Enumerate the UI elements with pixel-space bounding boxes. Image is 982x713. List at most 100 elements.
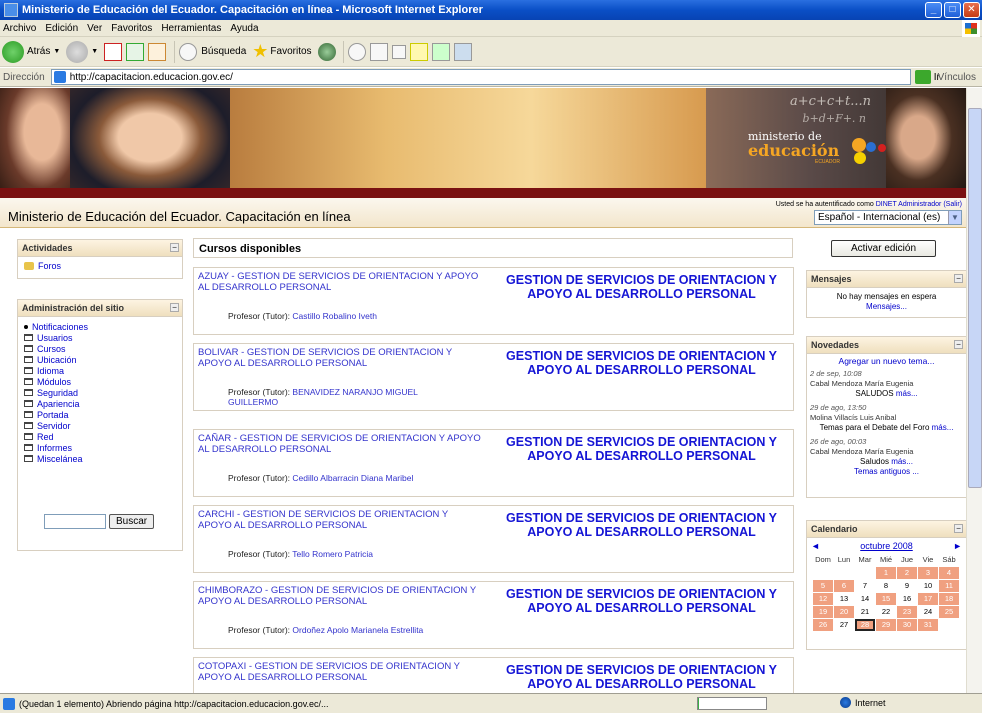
menu-archivo[interactable]: Archivo <box>3 23 36 34</box>
admin-item-portada[interactable]: Portada <box>18 409 182 420</box>
scrollbar-thumb[interactable] <box>968 108 982 488</box>
prev-month-icon[interactable]: ◄ <box>811 541 820 551</box>
minimize-button[interactable]: _ <box>925 2 942 18</box>
vertical-scrollbar[interactable] <box>966 88 982 693</box>
calendar-day[interactable]: 2 <box>897 567 917 579</box>
collapse-icon[interactable]: − <box>954 524 963 533</box>
course-title-link[interactable]: BOLIVAR - GESTION DE SERVICIOS DE ORIENT… <box>198 347 483 369</box>
calendar-day[interactable]: 23 <box>897 606 917 618</box>
calendar-day[interactable]: 18 <box>939 593 959 605</box>
search-input[interactable] <box>44 514 106 529</box>
old-topics-link[interactable]: Temas antiguos ... <box>810 467 963 477</box>
calendar-day[interactable]: 17 <box>918 593 938 605</box>
search-button[interactable]: Buscar <box>109 514 155 529</box>
calendar-day[interactable]: 20 <box>834 606 854 618</box>
dropdown-arrow-icon[interactable]: ▼ <box>91 48 98 55</box>
calendar-day[interactable]: 3 <box>918 567 938 579</box>
messages-link[interactable]: Mensajes... <box>810 302 963 312</box>
news-more-link[interactable]: más... <box>891 457 913 466</box>
course-teacher: Profesor (Tutor): Castillo Robalino Ivet… <box>228 311 468 321</box>
calendar-day[interactable]: 26 <box>813 619 833 631</box>
course-title-link[interactable]: CAÑAR - GESTION DE SERVICIOS DE ORIENTAC… <box>198 433 483 455</box>
collapse-icon[interactable]: − <box>954 274 963 283</box>
research-icon[interactable] <box>431 42 450 61</box>
logout-link[interactable]: (Salir) <box>943 201 962 208</box>
dropdown-arrow-icon[interactable]: ▼ <box>53 48 60 55</box>
calendar-nav: ◄ octubre 2008 ► <box>807 538 966 554</box>
course-title-link[interactable]: COTOPAXI - GESTION DE SERVICIOS DE ORIEN… <box>198 661 483 683</box>
favorites-button[interactable]: ★ Favoritos <box>252 41 311 62</box>
menu-herramientas[interactable]: Herramientas <box>161 23 221 34</box>
course-title-link[interactable]: AZUAY - GESTION DE SERVICIOS DE ORIENTAC… <box>198 271 483 293</box>
course-title-link[interactable]: CARCHI - GESTION DE SERVICIOS DE ORIENTA… <box>198 509 483 531</box>
calendar-day[interactable]: 15 <box>876 593 896 605</box>
next-month-icon[interactable]: ► <box>953 541 962 551</box>
activity-item-foros[interactable]: Foros <box>18 260 182 271</box>
admin-item-cursos[interactable]: Cursos <box>18 343 182 354</box>
close-button[interactable]: ✕ <box>963 2 980 18</box>
links-toolbar[interactable]: Vínculos <box>938 72 976 83</box>
back-button[interactable]: Atrás ▼ <box>2 40 60 63</box>
language-value: Español - Internacional (es) <box>818 212 941 223</box>
admin-item-ubicacion[interactable]: Ubicación <box>18 354 182 365</box>
stop-icon[interactable] <box>104 42 123 61</box>
notes-icon[interactable] <box>409 42 428 61</box>
print-icon[interactable] <box>369 42 388 61</box>
calendar-day[interactable]: 30 <box>897 619 917 631</box>
news-more-link[interactable]: más... <box>932 423 954 432</box>
calendar-day[interactable]: 29 <box>876 619 896 631</box>
search-button[interactable]: Búsqueda <box>179 42 246 61</box>
menu-edicion[interactable]: Edición <box>45 23 78 34</box>
admin-item-modulos[interactable]: Módulos <box>18 376 182 387</box>
go-icon[interactable] <box>914 70 931 84</box>
course-item: CHIMBORAZO - GESTION DE SERVICIOS DE ORI… <box>193 581 794 649</box>
admin-item-notificaciones[interactable]: Notificaciones <box>18 321 182 332</box>
teacher-link[interactable]: Castillo Robalino Iveth <box>292 311 377 321</box>
admin-item-apariencia[interactable]: Apariencia <box>18 398 182 409</box>
admin-item-red[interactable]: Red <box>18 431 182 442</box>
collapse-icon[interactable]: − <box>170 243 179 252</box>
maximize-button[interactable]: □ <box>944 2 961 18</box>
enable-editing-button[interactable]: Activar edición <box>831 240 936 257</box>
calendar-day[interactable]: 31 <box>918 619 938 631</box>
calendar-day: 7 <box>862 581 868 590</box>
calendar-day[interactable]: 1 <box>876 567 896 579</box>
user-link[interactable]: DINET Administrador <box>876 201 942 208</box>
edit-icon[interactable] <box>391 44 406 59</box>
refresh-icon[interactable] <box>126 42 145 61</box>
admin-item-seguridad[interactable]: Seguridad <box>18 387 182 398</box>
admin-item-miscelanea[interactable]: Miscelánea <box>18 453 182 464</box>
calendar-day[interactable]: 19 <box>813 606 833 618</box>
admin-item-informes[interactable]: Informes <box>18 442 182 453</box>
news-more-link[interactable]: más... <box>896 389 918 398</box>
calendar-day[interactable]: 11 <box>939 580 959 592</box>
calendar-day[interactable]: 6 <box>834 580 854 592</box>
history-icon[interactable] <box>317 42 336 61</box>
calendar-month[interactable]: octubre 2008 <box>860 541 913 551</box>
course-title-link[interactable]: CHIMBORAZO - GESTION DE SERVICIOS DE ORI… <box>198 585 483 607</box>
language-select[interactable]: Español - Internacional (es) ▼ <box>814 210 962 225</box>
url-input[interactable]: http://capacitacion.educacion.gov.ec/ <box>50 69 911 85</box>
teacher-link[interactable]: Cedillo Albarracin Diana Maribel <box>292 473 413 483</box>
calendar-day[interactable]: 5 <box>813 580 833 592</box>
collapse-icon[interactable]: − <box>954 340 963 349</box>
teacher-link[interactable]: Tello Romero Patricia <box>292 549 373 559</box>
forward-button[interactable]: ▼ <box>66 40 98 63</box>
menu-favoritos[interactable]: Favoritos <box>111 23 152 34</box>
admin-item-idioma[interactable]: Idioma <box>18 365 182 376</box>
menu-ver[interactable]: Ver <box>87 23 102 34</box>
calendar-day[interactable]: 25 <box>939 606 959 618</box>
calendar-day[interactable]: 12 <box>813 593 833 605</box>
menu-ayuda[interactable]: Ayuda <box>230 23 258 34</box>
add-topic-link[interactable]: Agregar un nuevo tema... <box>810 356 963 366</box>
calendar-grid: Dom Lun Mar Mié Jue Vie Sáb 1 2 3 4 5 6 7 8 9 10 11 12 13 14… <box>807 554 966 635</box>
home-icon[interactable] <box>148 42 167 61</box>
collapse-icon[interactable]: − <box>170 303 179 312</box>
course-item: CARCHI - GESTION DE SERVICIOS DE ORIENTA… <box>193 505 794 573</box>
mail-icon[interactable] <box>347 42 366 61</box>
messenger-icon[interactable] <box>453 42 472 61</box>
admin-item-servidor[interactable]: Servidor <box>18 420 182 431</box>
calendar-day[interactable]: 4 <box>939 567 959 579</box>
admin-item-usuarios[interactable]: Usuarios <box>18 332 182 343</box>
teacher-link[interactable]: Ordoñez Apolo Marianela Estrellita <box>292 625 423 635</box>
